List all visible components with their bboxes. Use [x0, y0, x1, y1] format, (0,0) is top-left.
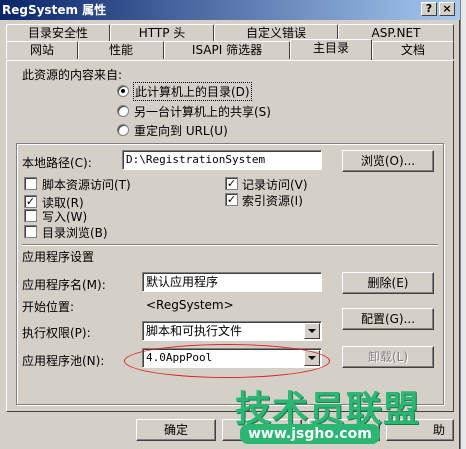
title-bar: RegSystem 属性 ? × [0, 0, 460, 20]
window-title: RegSystem 属性 [2, 3, 107, 17]
close-button[interactable]: × [439, 2, 455, 16]
tab-performance[interactable]: 性能 [78, 41, 164, 59]
background-scrollbar [460, 0, 466, 449]
ok-button[interactable]: 确定 [136, 419, 216, 441]
help-title-button[interactable]: ? [421, 2, 437, 16]
help-button-label: 助 [432, 423, 445, 437]
tab-website[interactable]: 网站 [6, 41, 78, 59]
tab-documents[interactable]: 文档 [372, 41, 454, 59]
tab-home-directory[interactable]: 主目录 [290, 39, 372, 60]
tab-directory-security[interactable]: 目录安全性 [6, 24, 110, 42]
tab-http-headers[interactable]: HTTP 头 [110, 24, 214, 42]
tab-isapi-filters[interactable]: ISAPI 筛选器 [164, 41, 290, 59]
watermark-url: www.jsgho.com [240, 424, 380, 444]
highlight-annotation-oval [124, 344, 330, 378]
